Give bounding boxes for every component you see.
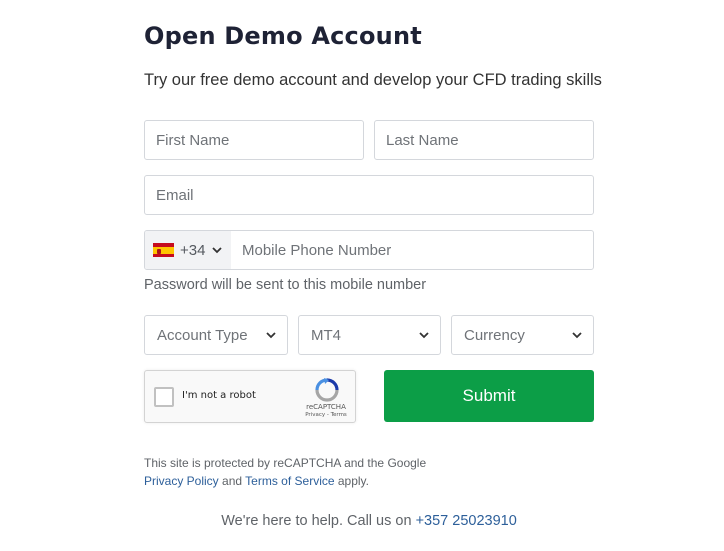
country-code-selector[interactable]: +34: [145, 231, 231, 269]
privacy-policy-link[interactable]: Privacy Policy: [144, 474, 219, 488]
recaptcha-checkbox[interactable]: [154, 387, 174, 407]
page-subtitle: Try our free demo account and develop yo…: [144, 71, 602, 89]
support-phone-link[interactable]: +357 25023910: [416, 513, 517, 529]
currency-select[interactable]: Currency: [451, 315, 594, 355]
submit-button[interactable]: Submit: [384, 370, 594, 422]
mobile-phone-input[interactable]: [231, 231, 593, 269]
email-input[interactable]: [145, 176, 593, 214]
first-name-input[interactable]: [145, 121, 363, 159]
last-name-field: [374, 120, 594, 160]
recaptcha-logo-icon: [315, 378, 339, 402]
first-name-field: [144, 120, 364, 160]
recaptcha-privacy-link[interactable]: Privacy: [305, 412, 325, 418]
help-line: We're here to help. Call us on +357 2502…: [144, 513, 594, 529]
chevron-down-icon: [419, 332, 429, 339]
help-text: We're here to help. Call us on: [221, 513, 416, 529]
recaptcha-terms-link[interactable]: Terms: [331, 412, 347, 418]
recaptcha-links: Privacy - Terms: [295, 412, 357, 418]
recaptcha-brand: reCAPTCHA: [306, 403, 346, 411]
last-name-input[interactable]: [375, 121, 593, 159]
account-type-select[interactable]: Account Type: [144, 315, 288, 355]
currency-value: Currency: [464, 326, 525, 344]
chevron-down-icon: [266, 332, 276, 339]
terms-of-service-link[interactable]: Terms of Service: [245, 474, 334, 488]
platform-value: MT4: [311, 326, 341, 344]
phone-field: +34: [144, 230, 594, 270]
spain-flag-icon: [153, 243, 174, 257]
legal-apply: apply.: [334, 474, 369, 488]
recaptcha-widget: I'm not a robot reCAPTCHA Privacy - Term…: [144, 370, 356, 423]
page-title: Open Demo Account: [144, 22, 422, 50]
legal-line: This site is protected by reCAPTCHA and …: [144, 456, 427, 470]
legal-and: and: [218, 474, 246, 488]
legal-notice: This site is protected by reCAPTCHA and …: [144, 454, 426, 490]
phone-hint: Password will be sent to this mobile num…: [144, 277, 427, 293]
chevron-down-icon: [212, 247, 223, 254]
account-type-value: Account Type: [157, 326, 248, 344]
platform-select[interactable]: MT4: [298, 315, 441, 355]
email-field: [144, 175, 594, 215]
chevron-down-icon: [572, 332, 582, 339]
country-code: +34: [180, 241, 206, 259]
recaptcha-label: I'm not a robot: [182, 390, 256, 401]
